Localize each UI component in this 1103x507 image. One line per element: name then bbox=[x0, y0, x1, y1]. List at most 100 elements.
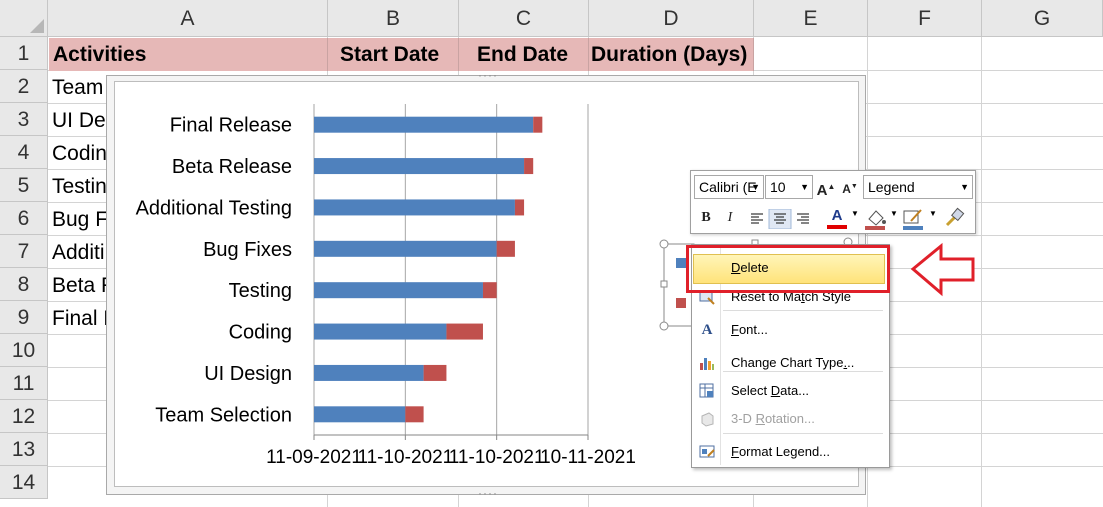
row-header[interactable]: 5 bbox=[0, 169, 48, 202]
menu-item-label: 3-D Rotation... bbox=[731, 411, 815, 426]
mini-toolbar: Calibri (E ▼ 10 ▼ A▲ A▼ Legend ▼ B I A ▼… bbox=[690, 170, 976, 234]
font-name-box[interactable]: Calibri (E ▼ bbox=[694, 175, 764, 199]
column-header-d[interactable]: D bbox=[589, 0, 754, 37]
row-header[interactable]: 11 bbox=[0, 367, 48, 400]
start-bar[interactable] bbox=[314, 323, 447, 340]
menu-item-label: Format Legend... bbox=[731, 444, 831, 459]
align-left-icon bbox=[751, 213, 763, 224]
format-icon bbox=[699, 444, 715, 460]
header-end-date[interactable]: End Date bbox=[459, 38, 589, 71]
start-bar[interactable] bbox=[314, 158, 525, 175]
duration-bar[interactable] bbox=[533, 116, 543, 133]
menu-item-format-legend[interactable]: Format Legend... bbox=[693, 438, 886, 466]
format-painter-icon[interactable] bbox=[943, 207, 967, 229]
select-data-icon bbox=[699, 383, 715, 399]
category-label: Testing bbox=[229, 280, 292, 302]
header-duration[interactable]: Duration (Days) bbox=[589, 38, 754, 71]
font-color-swatch bbox=[827, 225, 847, 229]
row-header[interactable]: 9 bbox=[0, 301, 48, 334]
row-header[interactable]: 4 bbox=[0, 136, 48, 169]
align-right-icon bbox=[797, 213, 809, 224]
x-tick-label: 10-11-2021 bbox=[540, 447, 636, 468]
row-header[interactable]: 8 bbox=[0, 268, 48, 301]
chevron-down-icon: ▼ bbox=[800, 182, 809, 192]
align-buttons[interactable] bbox=[746, 209, 816, 229]
start-bar[interactable] bbox=[314, 116, 534, 133]
chart-element-box[interactable]: Legend ▼ bbox=[863, 175, 973, 199]
row-header[interactable]: 10 bbox=[0, 334, 48, 367]
row-header[interactable]: 1 bbox=[0, 37, 48, 70]
category-label: Final Release bbox=[170, 115, 292, 137]
resize-handle-top[interactable]: ···· bbox=[478, 68, 498, 82]
menu-item-select-data[interactable]: Select Data... bbox=[693, 377, 886, 405]
menu-item-font[interactable]: A Font... bbox=[693, 316, 886, 344]
x-tick-label: 11-10-2021 bbox=[449, 447, 545, 468]
shrink-font-icon: A bbox=[842, 182, 851, 196]
menu-separator bbox=[723, 433, 883, 434]
duration-bar[interactable] bbox=[423, 364, 447, 381]
menu-item-label: Select Data... bbox=[731, 383, 810, 398]
shrink-font-button[interactable]: A▼ bbox=[839, 176, 861, 198]
left-arrow-icon bbox=[910, 242, 975, 297]
row-header[interactable]: 2 bbox=[0, 70, 48, 103]
start-bar[interactable] bbox=[314, 364, 424, 381]
category-label: Additional Testing bbox=[136, 197, 292, 219]
grow-font-button[interactable]: A▲ bbox=[815, 176, 837, 199]
font-color-icon: A bbox=[831, 207, 843, 224]
font-name-value: Calibri (E bbox=[699, 179, 757, 195]
duration-bar[interactable] bbox=[482, 282, 497, 299]
column-header-f[interactable]: F bbox=[868, 0, 982, 37]
chart-element-value: Legend bbox=[868, 179, 915, 195]
select-all-corner[interactable] bbox=[0, 0, 48, 37]
italic-icon: I bbox=[727, 210, 733, 225]
row-header[interactable]: 14 bbox=[0, 466, 48, 499]
chart-type-icon bbox=[699, 355, 715, 371]
duration-bar[interactable] bbox=[446, 323, 483, 340]
column-header-c[interactable]: C bbox=[459, 0, 589, 37]
column-header-e[interactable]: E bbox=[754, 0, 868, 37]
row-header[interactable]: 6 bbox=[0, 202, 48, 235]
duration-bar[interactable] bbox=[496, 240, 515, 257]
font-color-button[interactable]: A bbox=[826, 205, 848, 227]
category-label: Beta Release bbox=[172, 156, 292, 178]
chevron-down-icon[interactable]: ▼ bbox=[929, 209, 937, 218]
category-label: Bug Fixes bbox=[203, 239, 292, 261]
duration-bar[interactable] bbox=[405, 406, 424, 423]
chevron-down-icon[interactable]: ▼ bbox=[851, 209, 859, 218]
delete-callout-box bbox=[686, 245, 890, 293]
rotation-icon bbox=[699, 411, 715, 427]
italic-button[interactable]: I bbox=[719, 207, 741, 229]
category-label: UI Design bbox=[204, 363, 292, 385]
category-label: Team Selection bbox=[155, 404, 292, 426]
menu-item-change-chart-type[interactable]: Change Chart Type... bbox=[693, 349, 886, 377]
outline-color-icon[interactable] bbox=[901, 207, 927, 231]
row-header[interactable]: 3 bbox=[0, 103, 48, 136]
row-header[interactable]: 7 bbox=[0, 235, 48, 268]
menu-item-label: Change Chart Type... bbox=[731, 355, 855, 370]
chevron-down-icon: ▼ bbox=[751, 182, 760, 192]
duration-bar[interactable] bbox=[524, 158, 534, 175]
bold-button[interactable]: B bbox=[695, 207, 717, 229]
row-header[interactable]: 12 bbox=[0, 400, 48, 433]
start-bar[interactable] bbox=[314, 406, 406, 423]
fill-color-icon[interactable] bbox=[863, 207, 889, 231]
column-header-g[interactable]: G bbox=[982, 0, 1103, 37]
font-size-box[interactable]: 10 ▼ bbox=[765, 175, 813, 199]
header-activities[interactable]: Activities bbox=[49, 38, 328, 71]
column-header-b[interactable]: B bbox=[328, 0, 459, 37]
column-header-a[interactable]: A bbox=[48, 0, 328, 37]
row-header[interactable]: 13 bbox=[0, 433, 48, 466]
duration-bar[interactable] bbox=[514, 199, 525, 216]
start-bar[interactable] bbox=[314, 282, 483, 299]
header-start-date[interactable]: Start Date bbox=[328, 38, 459, 71]
resize-handle-bottom[interactable]: ···· bbox=[478, 486, 498, 500]
chevron-down-icon[interactable]: ▼ bbox=[890, 209, 898, 218]
start-bar[interactable] bbox=[314, 240, 497, 257]
category-label: Coding bbox=[229, 322, 292, 344]
font-icon: A bbox=[701, 322, 713, 338]
start-bar[interactable] bbox=[314, 199, 515, 216]
bold-icon: B bbox=[701, 210, 711, 225]
font-size-value: 10 bbox=[770, 179, 786, 195]
menu-item-label: Font... bbox=[731, 322, 768, 337]
chevron-down-icon: ▼ bbox=[960, 182, 969, 192]
